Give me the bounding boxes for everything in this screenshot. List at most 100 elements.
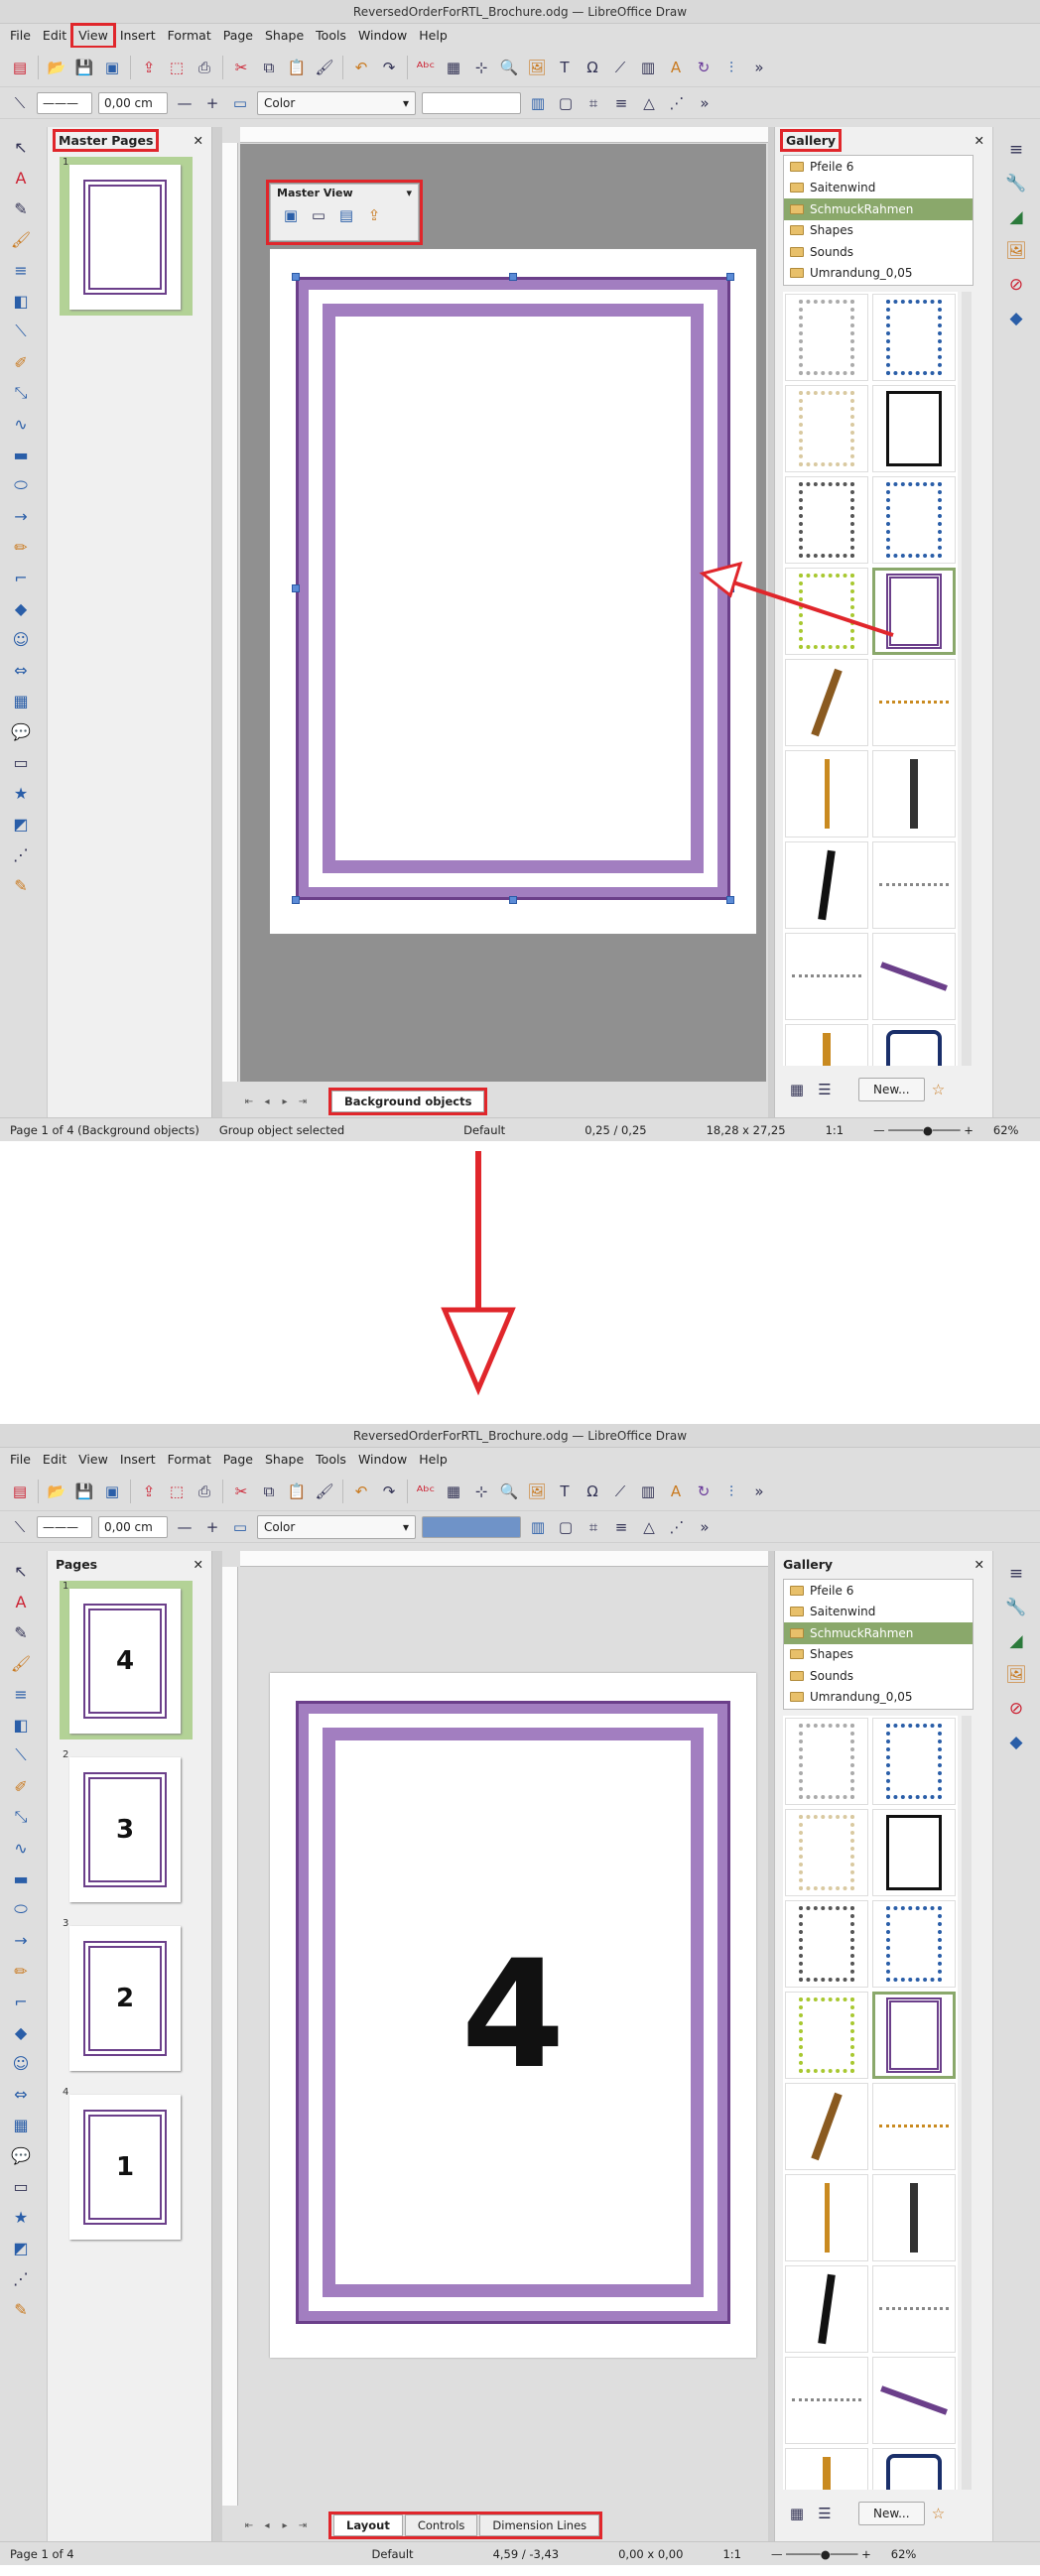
gallery-item[interactable] (872, 1718, 956, 1805)
menu-view[interactable]: View (72, 1449, 114, 1471)
open-icon[interactable]: 📂 (46, 1481, 67, 1502)
gallery-item[interactable] (872, 1900, 956, 1988)
points-icon[interactable]: ⋰ (10, 843, 32, 865)
gallery-item[interactable] (785, 1718, 868, 1805)
theme-item[interactable]: Saitenwind (784, 1602, 973, 1623)
table-icon[interactable]: ▥ (637, 57, 659, 78)
redo-icon[interactable]: ↷ (378, 1481, 400, 1502)
flowchart-icon[interactable]: ▦ (10, 690, 32, 711)
line-tool-icon[interactable]: ⟍ (10, 1744, 32, 1766)
theme-item[interactable]: Sounds (784, 1665, 973, 1687)
fill-color-icon[interactable]: ◧ (10, 1714, 32, 1736)
align-icon[interactable]: ⫶ (720, 57, 742, 78)
master-page-thumb[interactable]: 1 (60, 157, 193, 316)
arrow-icon[interactable]: → (10, 1929, 32, 1951)
line-width-field[interactable]: 0,00 cm (98, 91, 168, 114)
zoom-icon[interactable]: 🔍 (498, 1481, 520, 1502)
first-tab-icon[interactable]: ⇤ (240, 2520, 258, 2531)
drawing-canvas[interactable]: 4 (240, 1568, 766, 2506)
clone-format-icon[interactable]: 🖌 (314, 1481, 335, 1502)
crop-icon[interactable]: ⌗ (583, 92, 604, 114)
curve-icon[interactable]: ∿ (10, 413, 32, 435)
properties-icon[interactable]: ☆ (928, 2503, 950, 2524)
menu-icon[interactable]: ≡ (1005, 1563, 1027, 1585)
helplines-icon[interactable]: ⊹ (470, 1481, 492, 1502)
gallery-item[interactable] (785, 841, 868, 929)
block-arrow-icon[interactable]: ⇔ (10, 2083, 32, 2105)
shapes-icon[interactable]: ◆ (1005, 308, 1027, 329)
gallery-item[interactable] (872, 294, 956, 381)
undo-icon[interactable]: ↶ (350, 57, 372, 78)
glue-icon[interactable]: ✎ (10, 874, 32, 896)
export-pdf-icon[interactable]: ⬚ (166, 57, 188, 78)
export-icon[interactable]: ⇪ (138, 1481, 160, 1502)
redo-icon[interactable]: ↷ (378, 57, 400, 78)
rectangle-icon[interactable]: ▬ (10, 444, 32, 465)
gallery-item[interactable] (872, 2265, 956, 2353)
menu-insert[interactable]: Insert (114, 1449, 162, 1471)
menu-page[interactable]: Page (217, 25, 259, 47)
gallery-item[interactable] (872, 2448, 956, 2490)
freeform-icon[interactable]: ✏ (10, 1960, 32, 1982)
text-box-icon[interactable]: T (554, 1481, 576, 1502)
print-icon[interactable]: ⎙ (194, 1481, 215, 1502)
prev-tab-icon[interactable]: ◂ (258, 1096, 276, 1107)
cut-icon[interactable]: ✂ (230, 1481, 252, 1502)
menu-format[interactable]: Format (162, 1449, 217, 1471)
menu-format[interactable]: Format (162, 25, 217, 47)
line-style-icon[interactable]: ≡ (10, 259, 32, 281)
line-width-field[interactable]: 0,00 cm (98, 1515, 168, 1538)
clone-format-icon[interactable]: 🖌 (314, 57, 335, 78)
helplines-icon[interactable]: ⊹ (470, 57, 492, 78)
3d-object-icon[interactable]: ◩ (10, 813, 32, 835)
new-theme-button[interactable]: New... (858, 1078, 925, 1101)
menu-tools[interactable]: Tools (310, 25, 352, 47)
grid-icon[interactable]: ▦ (443, 1481, 464, 1502)
pen-icon[interactable]: ✎ (10, 197, 32, 219)
more-icon[interactable]: » (748, 1481, 770, 1502)
menu-insert[interactable]: Insert (114, 25, 162, 47)
paste-icon[interactable]: 📋 (286, 57, 308, 78)
line-icon[interactable]: ⟍ (9, 92, 31, 114)
shadow-icon[interactable]: ▢ (555, 92, 577, 114)
tab-background-objects[interactable]: Background objects (327, 1088, 488, 1115)
crop-icon[interactable]: ⌗ (583, 1516, 604, 1538)
curve-icon[interactable]: ∿ (10, 1837, 32, 1859)
gallery-item[interactable] (785, 294, 868, 381)
page-thumb[interactable]: 1 4 (60, 1581, 193, 1739)
transparency-icon[interactable]: △ (638, 92, 660, 114)
zoom-icon[interactable]: 🔍 (498, 57, 520, 78)
connector-icon[interactable]: ⤡ (10, 382, 32, 404)
pencil-icon[interactable]: ✐ (10, 1775, 32, 1797)
callout-icon[interactable]: 💬 (10, 2144, 32, 2166)
gallery-item[interactable] (872, 2357, 956, 2444)
properties-icon[interactable]: 🔧 (1005, 173, 1027, 194)
line-color-icon[interactable]: ▭ (229, 92, 251, 114)
text-icon[interactable]: A (10, 167, 32, 189)
panel-splitter[interactable] (212, 127, 222, 1117)
grid-icon[interactable]: ▦ (443, 57, 464, 78)
select-icon[interactable]: ↖ (10, 136, 32, 158)
tab-controls[interactable]: Controls (404, 2514, 478, 2536)
gallery-item[interactable] (785, 1024, 868, 1066)
toggle-sidebar-icon[interactable]: ▤ (9, 1481, 31, 1502)
theme-item[interactable]: Shapes (784, 1644, 973, 1666)
decrease-icon[interactable]: — (174, 92, 195, 114)
toggle-sidebar-icon[interactable]: ▤ (9, 57, 31, 78)
undo-icon[interactable]: ↶ (350, 1481, 372, 1502)
3d-object-icon[interactable]: ◩ (10, 2237, 32, 2258)
export-icon[interactable]: ⇪ (138, 57, 160, 78)
align-icon[interactable]: ⫶ (720, 1481, 742, 1502)
copy-icon[interactable]: ⧉ (258, 57, 280, 78)
fill-icon[interactable]: ▥ (527, 92, 549, 114)
more-icon[interactable]: » (694, 1516, 715, 1538)
panel-splitter[interactable] (212, 1551, 222, 2541)
paste-icon[interactable]: 📋 (286, 1481, 308, 1502)
transparency-icon[interactable]: △ (638, 1516, 660, 1538)
theme-item[interactable]: Pfeile 6 (784, 1580, 973, 1602)
connector-elbow-icon[interactable]: ⌐ (10, 567, 32, 588)
prev-tab-icon[interactable]: ◂ (258, 2520, 276, 2531)
templates-icon[interactable]: ▣ (101, 57, 123, 78)
new-master-icon[interactable]: ▣ (280, 204, 302, 226)
first-tab-icon[interactable]: ⇤ (240, 1096, 258, 1107)
